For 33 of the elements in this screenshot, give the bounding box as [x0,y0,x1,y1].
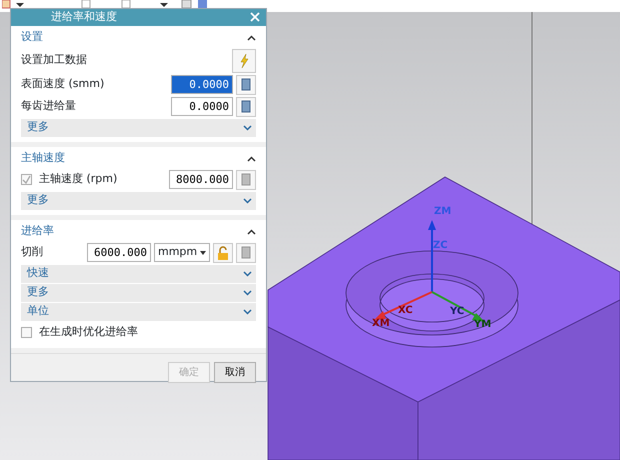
section-title[interactable]: 设置 [21,29,43,46]
dialog-title: 进给率和速度 [51,9,117,25]
collapsible-group[interactable]: 单位 [21,302,256,320]
axis-label: ZM [434,207,452,217]
field-label: 切削 [21,244,44,260]
field-label: 每齿进给量 [21,98,77,114]
axis-label: ZC [433,241,448,251]
axis-label: YM [474,320,492,330]
group-label: 更多 [27,192,49,208]
axis-label: XC [398,306,413,316]
axis-label: XM [372,319,390,329]
group-label: 更多 [27,119,49,136]
dropdown-value: mmpm [158,244,198,260]
section-title[interactable]: 进给率 [21,223,54,240]
section-title[interactable]: 主轴速度 [21,150,65,167]
collapsible-group[interactable]: 更多 [21,192,256,210]
value-field[interactable]: 0.0000 [171,97,233,116]
field-label: 表面速度 (smm) [21,76,106,92]
value-field[interactable]: 0.0000 [171,75,233,94]
field-label: 设置加工数据 [21,52,88,68]
dialog-button[interactable]: 取消 [214,362,256,382]
group-label: 单位 [27,303,49,320]
checkbox-label: 主轴速度 (rpm) [39,171,118,188]
checkbox-label: 在生成时优化进给率 [39,324,139,340]
collapsible-group[interactable]: 更多 [21,284,256,302]
axis-label: YC [450,307,464,317]
collapsible-group[interactable]: 快速 [21,264,256,282]
value-field[interactable]: 8000.000 [169,170,233,189]
collapsible-group[interactable]: 更多 [21,118,256,136]
group-label: 快速 [27,265,49,282]
value-field[interactable]: 6000.000 [87,243,151,262]
unit-dropdown[interactable]: mmpm [154,243,210,262]
group-label: 更多 [27,284,49,300]
